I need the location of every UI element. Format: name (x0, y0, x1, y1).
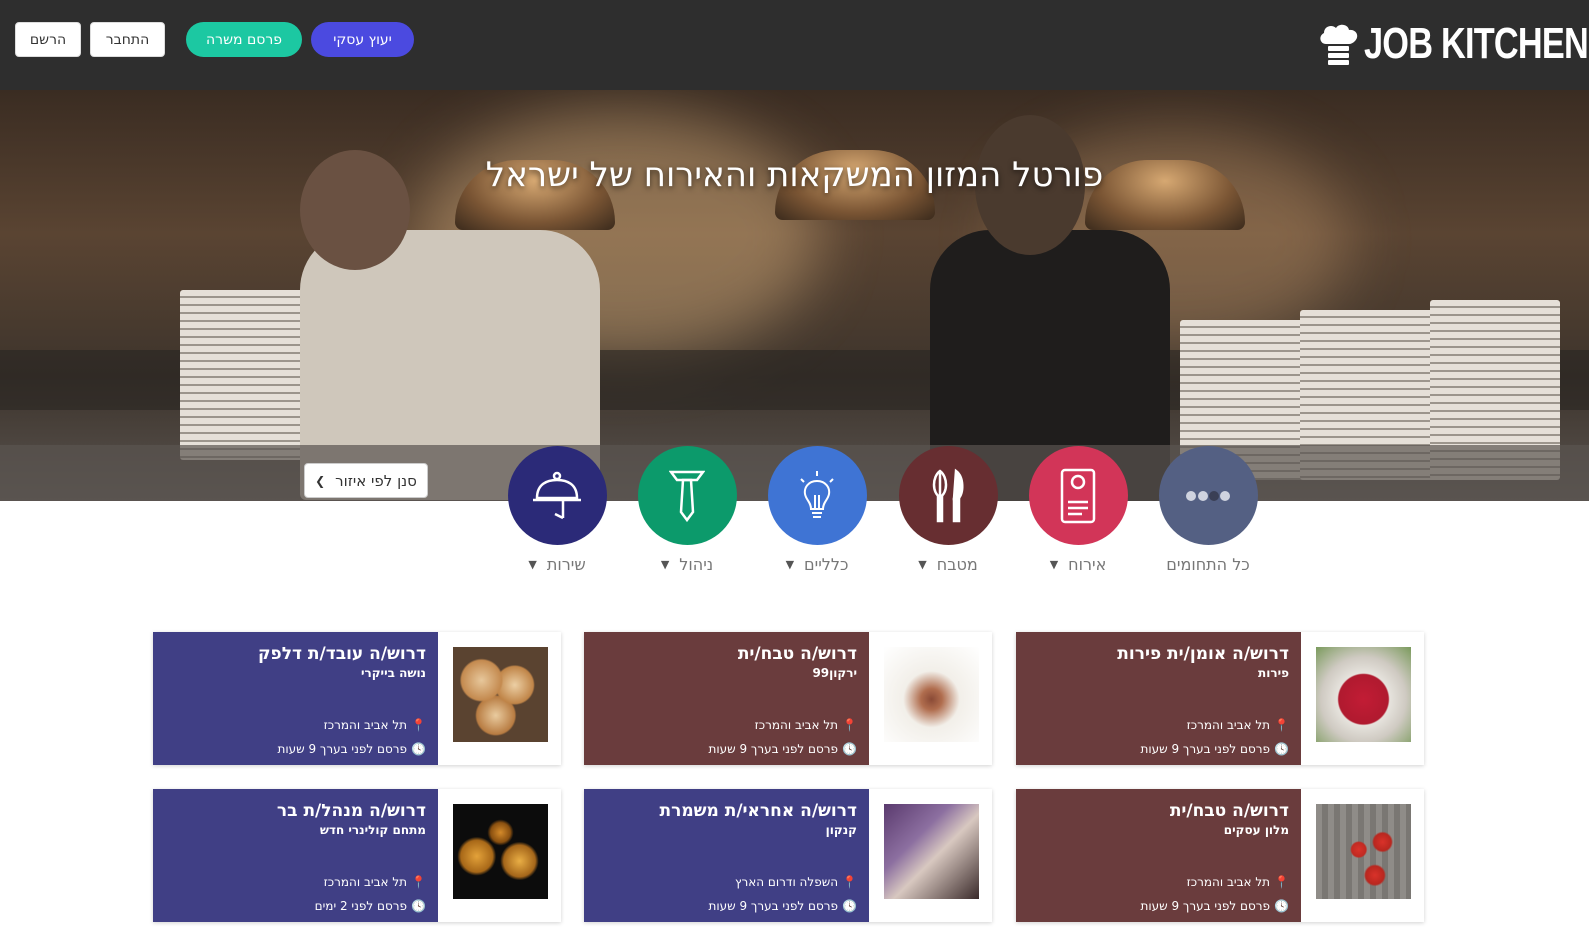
job-card[interactable]: דרוש/ה אחראי/ת משמרת קנקון 📍 השפלה ודרום … (584, 789, 992, 922)
login-button[interactable]: התחבר (90, 22, 165, 57)
job-card[interactable]: דרוש/ה מנהל/ת בר מתחם קולינרי חדש 📍 תל אב… (153, 789, 561, 922)
job-location: 📍 תל אביב והמרכז (1186, 718, 1289, 732)
category-general[interactable]: כלליים ▼ (757, 446, 877, 574)
whiskey-glasses-photo (453, 804, 548, 899)
region-filter-dropdown[interactable]: סנן לפי איזור ❯ (304, 463, 428, 498)
job-posted-time: 🕓 פרסם לפני בערך 9 שעות (277, 742, 426, 756)
category-label: שירות (546, 555, 586, 574)
job-company: קנקון (825, 823, 857, 837)
job-posted-time: 🕓 פרסם לפני בערך 9 שעות (1140, 899, 1289, 913)
map-pin-icon: 📍 (411, 875, 426, 889)
category-service[interactable]: שירות ▼ (497, 446, 617, 574)
cloche-icon (507, 446, 607, 545)
category-label: כלליים (804, 555, 849, 574)
job-location: 📍 תל אביב והמרכז (323, 875, 426, 889)
job-company: מתחם קולינרי חדש (319, 823, 426, 837)
job-location: 📍 תל אביב והמרכז (1186, 875, 1289, 889)
job-title[interactable]: דרוש/ה עובד/ת דלפק (165, 644, 426, 664)
job-card-details: דרוש/ה עובד/ת דלפק נושה בייקרי 📍 תל אביב … (153, 632, 438, 765)
clock-icon: 🕓 (411, 899, 426, 913)
map-pin-icon: 📍 (411, 718, 426, 732)
wine-glasses-photo (884, 804, 979, 899)
clock-icon: 🕓 (411, 742, 426, 756)
job-company: מלון עסקים (1223, 823, 1289, 837)
job-posted-time: 🕓 פרסם לפני 2 ימים (314, 899, 426, 913)
job-card[interactable]: דרוש/ה עובד/ת דלפק נושה בייקרי 📍 תל אביב … (153, 632, 561, 765)
job-location: 📍 תל אביב והמרכז (323, 718, 426, 732)
region-filter-label: סנן לפי איזור (335, 471, 417, 490)
job-posted-time: 🕓 פרסם לפני בערך 9 שעות (708, 742, 857, 756)
job-title[interactable]: דרוש/ה אחראי/ת משמרת (596, 801, 857, 821)
tomatoes-photo (1316, 804, 1411, 899)
pastries-photo (453, 647, 548, 742)
berries-photo (1316, 647, 1411, 742)
whisk-knife-icon (898, 446, 998, 545)
category-hospitality[interactable]: אירוח ▼ (1018, 446, 1138, 574)
chevron-down-icon: ▼ (528, 558, 537, 571)
job-card-details: דרוש/ה אחראי/ת משמרת קנקון 📍 השפלה ודרום … (584, 789, 869, 922)
job-company: נושה בייקרי (360, 666, 426, 680)
chevron-down-icon: ▼ (918, 558, 927, 571)
more-dots-icon (1158, 446, 1258, 545)
brand-name: JOB KITCHEN (1364, 19, 1589, 68)
clock-icon: 🕓 (1274, 742, 1289, 756)
clock-icon: 🕓 (842, 899, 857, 913)
register-button[interactable]: הרשם (15, 22, 81, 57)
category-kitchen[interactable]: מטבח ▼ (888, 446, 1008, 574)
clock-icon: 🕓 (842, 742, 857, 756)
brand-logo[interactable]: JOB KITCHEN (1318, 18, 1589, 70)
chevron-down-icon: ▼ (1049, 558, 1059, 571)
hero-title: פורטל המזון המשקאות והאירוח של ישראל (485, 155, 1104, 195)
job-posted-time: 🕓 פרסם לפני בערך 9 שעות (708, 899, 857, 913)
job-card-details: דרוש/ה אומן/ית פירות פירות 📍 תל אביב והמר… (1016, 632, 1301, 765)
clock-icon: 🕓 (1274, 899, 1289, 913)
chevron-down-icon: ▼ (785, 558, 795, 571)
job-card[interactable]: דרוש/ה טבח/ית מלון עסקים 📍 תל אביב והמרכז… (1016, 789, 1424, 922)
category-all[interactable]: כל התחומים (1148, 446, 1268, 574)
job-company: פירות (1258, 666, 1289, 680)
job-location: 📍 השפלה ודרום הארץ (734, 875, 857, 889)
door-hanger-icon (1028, 446, 1128, 545)
chef-hat-icon (1318, 22, 1360, 66)
chevron-down-icon: ❯ (315, 473, 326, 488)
job-card-details: דרוש/ה מנהל/ת בר מתחם קולינרי חדש 📍 תל אב… (153, 789, 438, 922)
hero-banner: פורטל המזון המשקאות והאירוח של ישראל (0, 90, 1589, 501)
post-job-button[interactable]: פרסם משרה (186, 22, 302, 57)
job-card-details: דרוש/ה טבח/ית ירקון99 📍 תל אביב והמרכז 🕓 פ… (584, 632, 869, 765)
job-title[interactable]: דרוש/ה טבח/ית (1028, 801, 1289, 821)
job-posted-time: 🕓 פרסם לפני בערך 9 שעות (1140, 742, 1289, 756)
job-card[interactable]: דרוש/ה אומן/ית פירות פירות 📍 תל אביב והמר… (1016, 632, 1424, 765)
job-title[interactable]: דרוש/ה טבח/ית (596, 644, 857, 664)
category-label: ניהול (679, 555, 714, 574)
map-pin-icon: 📍 (1274, 875, 1289, 889)
chevron-down-icon: ▼ (660, 558, 670, 571)
top-header: הרשם התחבר פרסם משרה יעוץ עסקי JOB KITCH… (0, 0, 1589, 90)
lightbulb-icon (767, 446, 867, 545)
job-card-details: דרוש/ה טבח/ית מלון עסקים 📍 תל אביב והמרכז… (1016, 789, 1301, 922)
category-management[interactable]: ניהול ▼ (627, 446, 747, 574)
job-title[interactable]: דרוש/ה אומן/ית פירות (1028, 644, 1289, 664)
map-pin-icon: 📍 (842, 875, 857, 889)
map-pin-icon: 📍 (842, 718, 857, 732)
map-pin-icon: 📍 (1274, 718, 1289, 732)
category-label: אירוח (1068, 555, 1107, 574)
category-label: כל התחומים (1166, 555, 1250, 574)
job-card[interactable]: דרוש/ה טבח/ית ירקון99 📍 תל אביב והמרכז 🕓 פ… (584, 632, 992, 765)
business-consulting-button[interactable]: יעוץ עסקי (311, 22, 414, 57)
job-location: 📍 תל אביב והמרכז (754, 718, 857, 732)
category-label: מטבח (936, 555, 978, 574)
job-company: ירקון99 (812, 666, 857, 680)
plated-lamb-photo (884, 647, 979, 742)
job-title[interactable]: דרוש/ה מנהל/ת בר (165, 801, 426, 821)
tie-icon (637, 446, 737, 545)
